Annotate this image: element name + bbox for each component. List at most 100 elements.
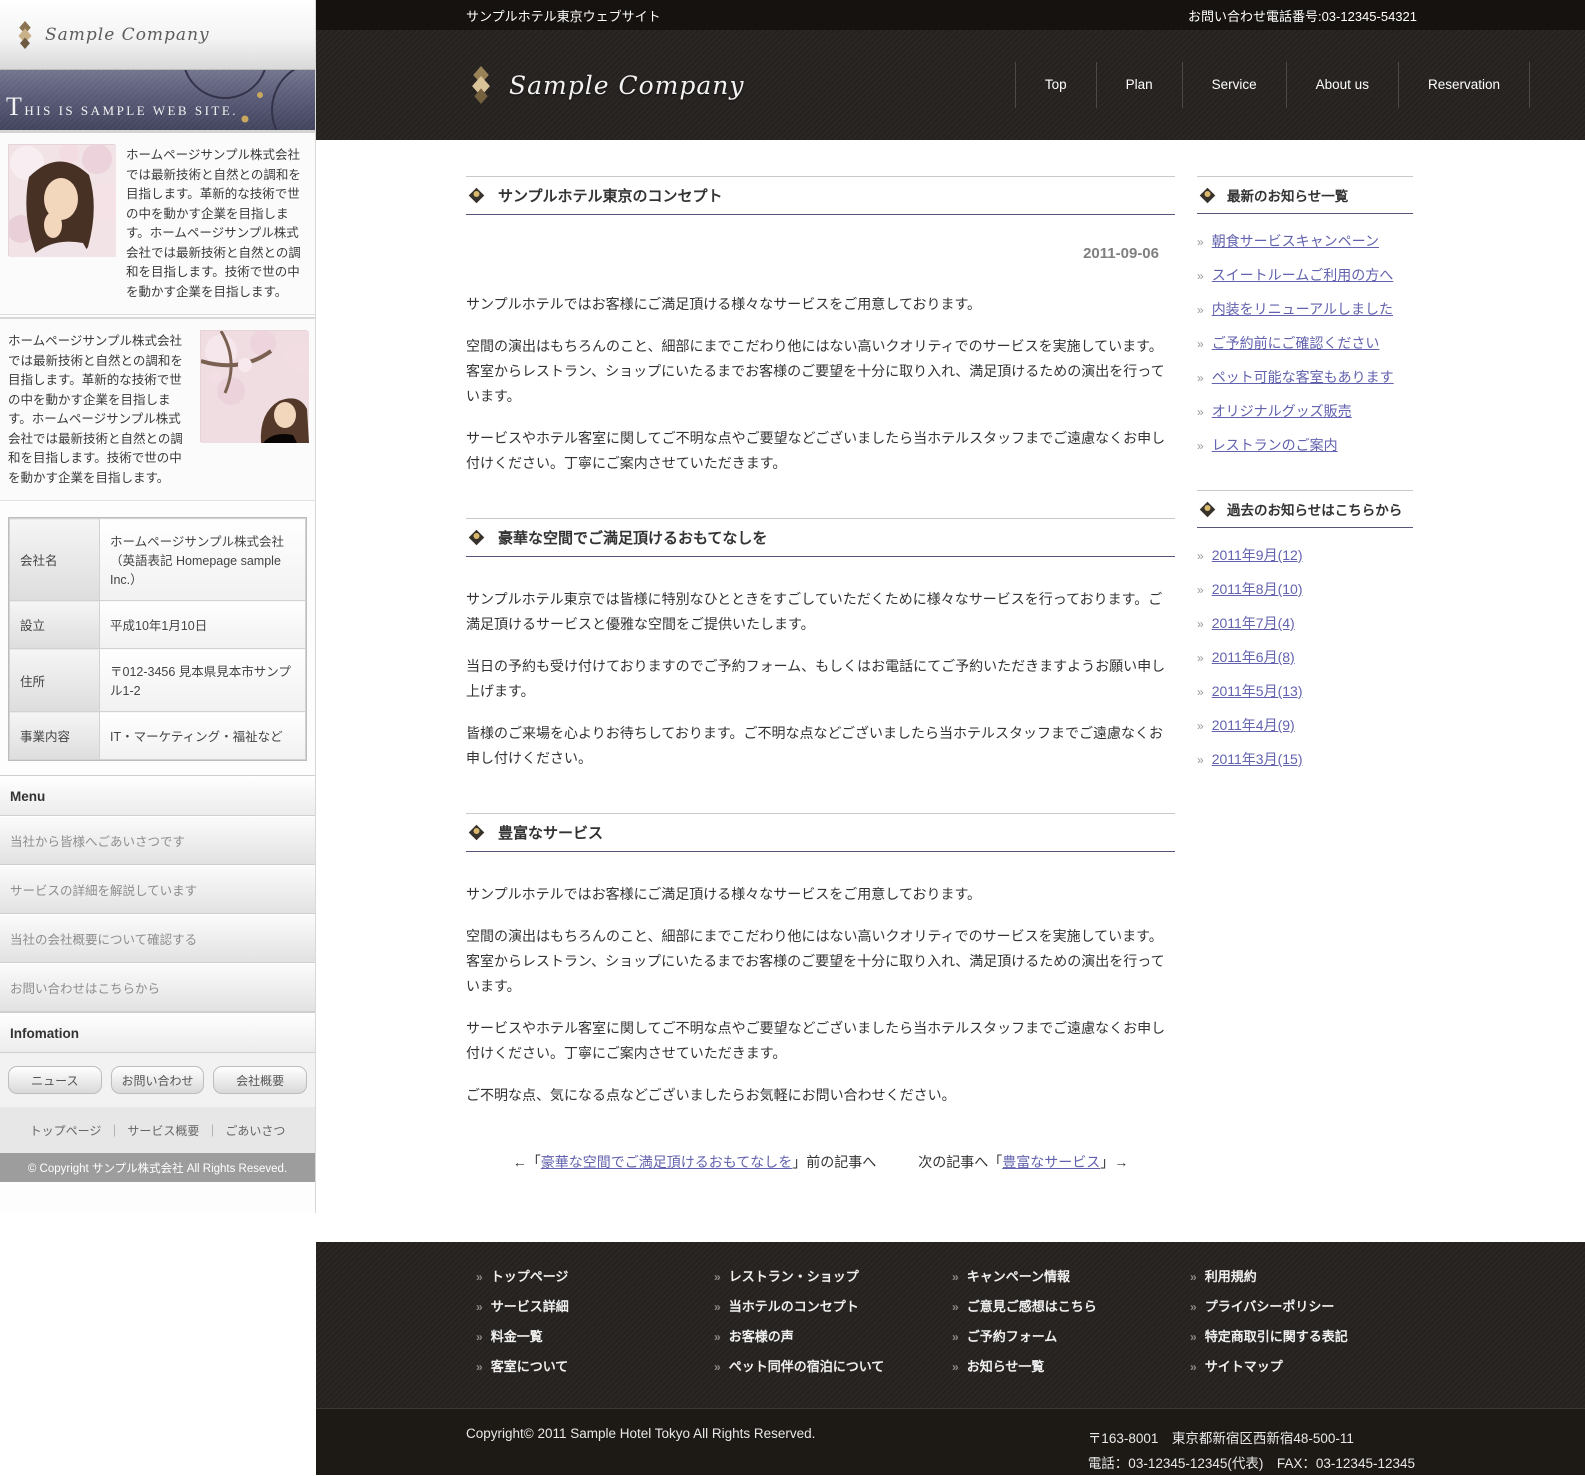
list-item: »2011年6月(8) <box>1197 640 1413 674</box>
list-item: » 2011年3月(15) <box>1197 742 1413 776</box>
sidebar-link-service[interactable]: サービス概要 <box>127 1124 199 1138</box>
main-navigation: Top Plan Service About us Reservation <box>1015 62 1530 108</box>
archive-link-2011-03[interactable]: 2011年3月(15) <box>1212 749 1303 769</box>
chevron-bullet-icon: » <box>1197 439 1204 453</box>
news-sidebar: 最新のお知らせ一覧 » 朝食サービスキャンペーン » スイートルームご利用の方へ »… <box>1197 176 1413 804</box>
footer-link-price-list[interactable]: »料金一覧 <box>476 1322 714 1352</box>
article-paragraph: 当日の予約も受け付けておりますのでご予約フォーム、もしくはお電話にてご予約いただ… <box>466 654 1175 704</box>
article-paragraph: サンプルホテル東京では皆様に特別なひとときをすごしていただくために様々なサービス… <box>466 587 1175 637</box>
archive-link-2011-04[interactable]: 2011年4月(9) <box>1212 715 1295 735</box>
diamond-bullet-icon <box>468 187 485 204</box>
list-item: » 2011年4月(9) <box>1197 708 1413 742</box>
archive-list: »2011年9月(12) »2011年8月(10) »2011年7月(4) »2… <box>1197 538 1413 776</box>
prev-article-link[interactable]: 豪華な空間でご満足頂けるおもてなしを <box>541 1154 792 1170</box>
footer-column-2: »レストラン・ショップ »当ホテルのコンセプト »お客様の声 »ペット同伴の宿泊… <box>714 1262 952 1382</box>
next-article-link[interactable]: 豊富なサービス <box>1002 1154 1100 1170</box>
latest-news-title: 最新のお知らせ一覧 <box>1227 185 1348 205</box>
footer-link-reservation-form[interactable]: »ご予約フォーム <box>952 1322 1190 1352</box>
chevron-bullet-icon: » <box>1197 719 1204 733</box>
founded-value: 平成10年1月10日 <box>100 601 306 649</box>
diamond-bullet-icon <box>1199 501 1216 518</box>
nav-reservation[interactable]: Reservation <box>1398 62 1530 108</box>
archive-link-2011-08[interactable]: 2011年8月(10) <box>1212 579 1303 599</box>
article-pagination: ←「豪華な空間でご満足頂けるおもてなしを」前の記事へ次の記事へ「豊富なサービス」… <box>466 1152 1175 1172</box>
main-column: サンプルホテル東京ウェブサイト お問い合わせ電話番号:03-12345-5432… <box>316 0 1585 1213</box>
chevron-bullet-icon: » <box>714 1353 721 1382</box>
chevron-bullet-icon: » <box>714 1293 721 1322</box>
chevron-bullet-icon: » <box>952 1263 959 1292</box>
footer-link-news-list[interactable]: »お知らせ一覧 <box>952 1352 1190 1382</box>
news-link-suite[interactable]: スイートルームご利用の方へ <box>1212 265 1394 285</box>
sidebar-link-top[interactable]: トップページ <box>30 1124 102 1138</box>
chevron-bullet-icon: » <box>1197 753 1204 767</box>
contact-button[interactable]: お問い合わせ <box>111 1066 205 1094</box>
nav-about-us[interactable]: About us <box>1286 62 1398 108</box>
founded-label: 設立 <box>10 601 100 649</box>
news-link-pets[interactable]: ペット可能な客室もあります <box>1212 367 1394 387</box>
footer-column-1: »トップページ »サービス詳細 »料金一覧 »客室について <box>476 1262 714 1382</box>
portrait-photo-1 <box>8 144 115 256</box>
footer-link-concept[interactable]: »当ホテルのコンセプト <box>714 1292 952 1322</box>
archive-link-2011-07[interactable]: 2011年7月(4) <box>1212 613 1295 633</box>
news-link-goods[interactable]: オリジナルグッズ販売 <box>1212 401 1352 421</box>
sidebar-menu-company[interactable]: 当社の会社概要について確認する <box>0 914 315 963</box>
article-title: サンプルホテル東京のコンセプト <box>498 185 723 206</box>
footer-link-campaign[interactable]: »キャンペーン情報 <box>952 1262 1190 1292</box>
list-item: » ペット可能な客室もあります <box>1197 360 1413 394</box>
article-title: 豪華な空間でご満足頂けるおもてなしを <box>498 527 767 548</box>
article-paragraph: サンプルホテルではお客様にご満足頂ける様々なサービスをご用意しております。 <box>466 882 1175 907</box>
article-paragraph: ご不明な点、気になる点などございましたらお気軽にお問い合わせください。 <box>466 1083 1175 1108</box>
news-button[interactable]: ニュース <box>8 1066 102 1094</box>
prev-label-suffix: 」前の記事へ <box>792 1154 876 1170</box>
footer-link-top-page[interactable]: »トップページ <box>476 1262 714 1292</box>
link-separator: ｜ <box>108 1124 120 1138</box>
article-paragraph: サンプルホテルではお客様にご満足頂ける様々なサービスをご用意しております。 <box>466 292 1175 317</box>
footer-contact-info: 〒163-8001 東京都新宿区西新宿48-500-11 電話：03-12345… <box>1088 1426 1415 1476</box>
prev-label-prefix: ←「 <box>513 1154 541 1170</box>
footer-link-pet-stay[interactable]: »ペット同伴の宿泊について <box>714 1352 952 1382</box>
company-overview-button[interactable]: 会社概要 <box>213 1066 307 1094</box>
footer-link-feedback[interactable]: »ご意見ご感想はこちら <box>952 1292 1190 1322</box>
list-item: »2011年9月(12) <box>1197 538 1413 572</box>
chevron-bullet-icon: » <box>1197 617 1204 631</box>
header-logo[interactable]: Sample Company <box>466 66 745 104</box>
chevron-bullet-icon: » <box>1197 371 1204 385</box>
archive-link-2011-09[interactable]: 2011年9月(12) <box>1212 545 1303 565</box>
footer-copyright: Copyright© 2011 Sample Hotel Tokyo All R… <box>466 1426 815 1441</box>
archive-link-2011-06[interactable]: 2011年6月(8) <box>1212 647 1295 667</box>
news-link-breakfast[interactable]: 朝食サービスキャンペーン <box>1212 231 1379 251</box>
nav-service[interactable]: Service <box>1182 62 1286 108</box>
news-link-renewal[interactable]: 内装をリニューアルしました <box>1212 299 1393 319</box>
chevron-bullet-icon: » <box>476 1323 483 1352</box>
article-concept: サンプルホテル東京のコンセプト 2011-09-06 サンプルホテルではお客様に… <box>466 176 1175 476</box>
business-value: IT・マーケティング・福祉など <box>100 712 306 760</box>
list-item: »内装をリニューアルしました <box>1197 292 1413 326</box>
footer-link-sitemap[interactable]: »サイトマップ <box>1190 1352 1428 1382</box>
chevron-bullet-icon: » <box>714 1323 721 1352</box>
news-link-restaurant[interactable]: レストランのご案内 <box>1212 435 1338 455</box>
archive-link-2011-05[interactable]: 2011年5月(13) <box>1212 681 1303 701</box>
list-item: »2011年8月(10) <box>1197 572 1413 606</box>
news-link-before-booking[interactable]: ご予約前にご確認ください <box>1212 333 1380 353</box>
sidebar-link-greeting[interactable]: ごあいさつ <box>225 1124 285 1138</box>
sidebar-menu-contact[interactable]: お問い合わせはこちらから <box>0 963 315 1012</box>
article-heading: 豊富なサービス <box>466 813 1175 852</box>
footer-link-rooms[interactable]: »客室について <box>476 1352 714 1382</box>
chevron-bullet-icon: » <box>1190 1263 1197 1292</box>
sidebar-menu-service[interactable]: サービスの詳細を解説しています <box>0 865 315 914</box>
article-paragraph: サービスやホテル客室に関してご不明な点やご要望などございましたら当ホテルスタッフ… <box>466 426 1175 476</box>
chevron-bullet-icon: » <box>1197 405 1204 419</box>
nav-top[interactable]: Top <box>1015 62 1096 108</box>
footer-tel-fax: 電話：03-12345-12345(代表) FAX：03-12345-12345 <box>1088 1451 1415 1476</box>
nav-plan[interactable]: Plan <box>1096 62 1182 108</box>
article-paragraph: 皆様のご来場を心よりお待ちしております。ご不明な点などございましたら当ホテルスタ… <box>466 721 1175 771</box>
footer-link-privacy-policy[interactable]: »プライバシーポリシー <box>1190 1292 1428 1322</box>
footer-link-commercial-law[interactable]: »特定商取引に関する表記 <box>1190 1322 1428 1352</box>
footer-link-service-detail[interactable]: »サービス詳細 <box>476 1292 714 1322</box>
footer-link-voices[interactable]: »お客様の声 <box>714 1322 952 1352</box>
footer-link-restaurant-shop[interactable]: »レストラン・ショップ <box>714 1262 952 1292</box>
list-item: » レストランのご案内 <box>1197 428 1413 462</box>
footer-link-terms[interactable]: »利用規約 <box>1190 1262 1428 1292</box>
sidebar-menu-greeting[interactable]: 当社から皆様へごあいさつです <box>0 816 315 865</box>
article-hospitality: 豪華な空間でご満足頂けるおもてなしを サンプルホテル東京では皆様に特別なひととき… <box>466 518 1175 771</box>
